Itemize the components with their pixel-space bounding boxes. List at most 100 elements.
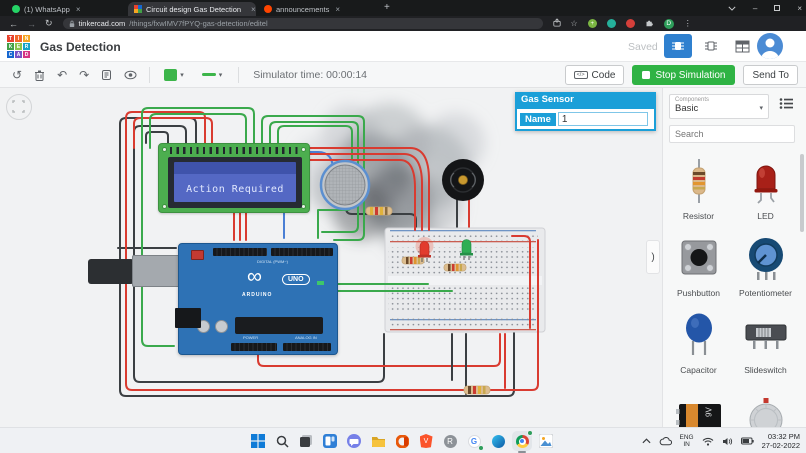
minimize-button[interactable]: – — [753, 4, 757, 13]
photos-icon[interactable] — [538, 433, 554, 449]
wire-style-dropdown[interactable]: ▾ — [198, 69, 227, 81]
r-app-icon[interactable]: R — [442, 433, 458, 449]
name-input[interactable] — [558, 112, 648, 126]
list-view-icon[interactable] — [779, 97, 794, 115]
component-label: Pushbutton — [677, 288, 720, 298]
windows-taskbar: V R G — [0, 427, 806, 453]
component-led[interactable]: LED — [732, 150, 799, 227]
wifi-icon[interactable] — [702, 437, 714, 446]
circuit-view-button[interactable] — [664, 34, 692, 58]
redo-icon[interactable]: ↷ — [79, 68, 89, 82]
gas-sensor[interactable] — [321, 161, 369, 209]
start-button[interactable] — [250, 433, 266, 449]
send-to-button[interactable]: Send To — [743, 65, 798, 85]
digital-label: DIGITAL (PWM~) — [257, 259, 288, 264]
table-view-button[interactable] — [728, 34, 756, 58]
user-avatar[interactable] — [757, 33, 783, 59]
usb-connector[interactable] — [132, 255, 180, 287]
zoom-to-fit-button[interactable] — [6, 94, 32, 120]
search-icon[interactable] — [274, 433, 290, 449]
buzzer[interactable] — [442, 159, 484, 201]
code-button[interactable]: </> Code — [565, 65, 625, 85]
tab-whatsapp[interactable]: (1) WhatsApp × — [6, 2, 126, 16]
sidebar-collapse-handle[interactable]: ) — [646, 240, 660, 274]
arduino-brand: ARDUINO — [242, 292, 272, 298]
component-capacitor[interactable]: Capacitor — [665, 304, 732, 381]
extensions-puzzle-icon[interactable] — [645, 18, 654, 29]
delete-icon[interactable] — [34, 69, 45, 81]
back-icon[interactable]: ← — [9, 19, 18, 29]
component-pushbutton[interactable]: Pushbutton — [665, 227, 732, 304]
office-icon[interactable] — [394, 433, 410, 449]
browser-profile-avatar[interactable]: D — [664, 19, 674, 29]
reload-icon[interactable]: ↻ — [45, 18, 53, 29]
page-title[interactable]: Gas Detection — [40, 40, 121, 54]
screen: (1) WhatsApp × Circuit design Gas Detect… — [0, 0, 806, 453]
onedrive-cloud-icon[interactable] — [659, 437, 672, 446]
popup-title[interactable]: Gas Sensor — [515, 92, 656, 107]
lcd-display[interactable]: Action Required — [158, 143, 310, 213]
usb-cable-plug[interactable] — [88, 259, 134, 284]
undo-icon[interactable]: ↶ — [57, 68, 67, 82]
visibility-eye-icon[interactable] — [124, 70, 137, 80]
volume-icon[interactable] — [722, 437, 733, 446]
circuit-canvas[interactable]: Action Required DIGITAL (PWM~) ∞ ARDUINO… — [0, 88, 662, 427]
color-dropdown[interactable]: ▾ — [160, 67, 188, 83]
close-icon[interactable]: × — [335, 5, 340, 14]
chrome-icon[interactable] — [514, 433, 530, 449]
close-icon[interactable]: × — [251, 5, 256, 14]
file-explorer-icon[interactable] — [370, 433, 386, 449]
analog-header[interactable] — [283, 343, 331, 351]
resistor-component[interactable] — [444, 264, 466, 271]
extension-adder-icon[interactable]: + — [588, 19, 597, 28]
digital-header[interactable] — [213, 248, 267, 256]
extension-teal-icon[interactable] — [607, 19, 616, 28]
components-view-button[interactable] — [697, 34, 725, 58]
component-resistor[interactable]: Resistor — [665, 150, 732, 227]
taskbar-clock[interactable]: 03:32 PM 27-02-2022 — [762, 432, 800, 451]
battery-icon[interactable] — [741, 437, 754, 445]
sidebar-scrollbar[interactable] — [800, 154, 804, 232]
new-tab-button[interactable]: + — [384, 2, 390, 13]
digital-header[interactable] — [271, 248, 333, 256]
close-window-button[interactable]: × — [797, 4, 802, 13]
tab-announcements[interactable]: announcements × — [258, 2, 376, 16]
search-input[interactable] — [670, 129, 797, 139]
tab-circuit-design[interactable]: Circuit design Gas Detection × — [128, 2, 256, 16]
reset-button[interactable] — [191, 250, 204, 260]
components-category-dropdown[interactable]: Components Basic ▾ — [669, 94, 769, 119]
widgets-icon[interactable] — [322, 433, 338, 449]
component-potentiometer[interactable]: Potentiometer — [732, 227, 799, 304]
resistor-component[interactable] — [402, 257, 424, 264]
rotate-icon[interactable]: ↺ — [12, 68, 22, 82]
share-icon[interactable] — [553, 18, 561, 29]
component-slideswitch[interactable]: Slideswitch — [732, 304, 799, 381]
edge-icon[interactable] — [490, 433, 506, 449]
maximize-button[interactable] — [774, 5, 780, 11]
forward-icon[interactable]: → — [27, 19, 36, 29]
brave-icon[interactable]: V — [418, 433, 434, 449]
arduino-uno[interactable]: DIGITAL (PWM~) ∞ ARDUINO UNO POWER ANALO… — [178, 243, 338, 355]
browser-menu-icon[interactable]: ⋮ — [684, 19, 692, 28]
resistor-component[interactable] — [464, 386, 490, 394]
close-icon[interactable]: × — [76, 5, 81, 14]
google-app-icon[interactable]: G — [466, 433, 482, 449]
resistor-component[interactable] — [366, 207, 392, 215]
address-bar[interactable]: tinkercad.com/things/fxwIMV7fPYQ-gas-det… — [63, 18, 543, 29]
notes-icon[interactable] — [101, 69, 112, 81]
tinkercad-logo[interactable]: TIN KER CAD — [7, 35, 31, 59]
task-view-icon[interactable] — [298, 433, 314, 449]
microcontroller-ic[interactable] — [235, 317, 323, 334]
language-indicator[interactable]: ENGIN — [680, 434, 694, 449]
component-search[interactable] — [669, 125, 795, 143]
tray-chevron-up-icon[interactable] — [642, 438, 651, 444]
chip-outline-icon — [704, 39, 718, 53]
stop-simulation-button[interactable]: Stop Simulation — [632, 65, 735, 85]
extension-red-icon[interactable] — [626, 19, 635, 28]
chevron-down-icon[interactable] — [728, 6, 736, 11]
app-header: TIN KER CAD Gas Detection Saved — [0, 31, 806, 62]
bookmark-star-icon[interactable]: ☆ — [571, 19, 578, 28]
power-header[interactable] — [231, 343, 277, 351]
chat-icon[interactable] — [346, 433, 362, 449]
wire-swatch — [202, 73, 216, 76]
